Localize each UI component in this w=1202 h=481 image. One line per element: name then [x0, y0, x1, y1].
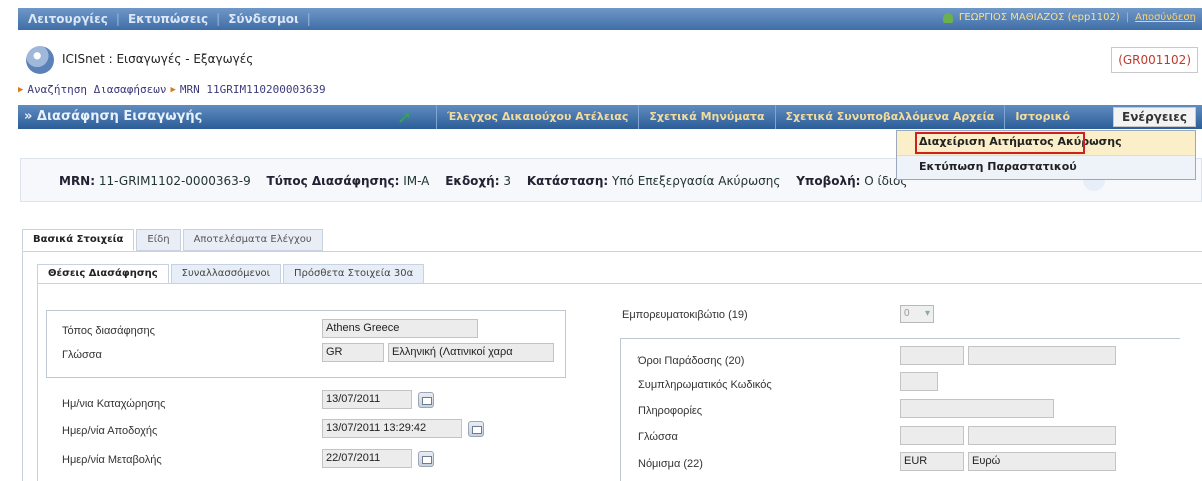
- type-value: IM-A: [403, 174, 430, 188]
- menu-separator: |: [1125, 12, 1130, 23]
- delivery-terms-name-field[interactable]: [968, 346, 1116, 365]
- top-menu: Λειτουργίες | Εκτυπώσεις | Σύνδεσμοι |: [28, 12, 311, 26]
- submission-label: Υποβολή:: [796, 174, 861, 188]
- tab-additional-30a[interactable]: Πρόσθετα Στοιχεία 30α: [283, 264, 425, 284]
- tab-items[interactable]: Είδη: [136, 229, 181, 251]
- registration-date-label: Ημ/νια Καταχώρησης: [62, 398, 166, 410]
- main-tabs: Βασικά Στοιχεία Είδη Αποτελέσματα Ελέγχο…: [22, 229, 325, 251]
- version-value: 3: [503, 174, 511, 188]
- user-name: ΓΕΩΡΓΙΟΣ ΜΑΘΙΑΖΟΣ (epp1102): [958, 12, 1120, 23]
- calendar-icon[interactable]: [418, 451, 434, 467]
- actions-dropdown: Διαχείριση Αιτήματος Ακύρωσης Εκτύπωση Π…: [896, 130, 1196, 180]
- breadcrumb-mrn: MRN 11GRIM110200003639: [179, 83, 326, 96]
- calendar-icon[interactable]: [468, 421, 484, 437]
- mrn-label: MRN:: [59, 174, 96, 188]
- calendar-icon[interactable]: [418, 392, 434, 408]
- tab-control-results[interactable]: Αποτελέσματα Ελέγχου: [182, 229, 323, 251]
- menu-item-print-document[interactable]: Εκτύπωση Παραστατικού: [897, 155, 1195, 179]
- acceptance-date-label: Ημερ/νία Αποδοχής: [62, 425, 158, 437]
- top-menu-bar: Λειτουργίες | Εκτυπώσεις | Σύνδεσμοι | Γ…: [18, 8, 1202, 30]
- version-label: Εκδοχή:: [445, 174, 500, 188]
- menu-separator: |: [115, 12, 120, 26]
- summary-line: MRN: 11-GRIM1102-0000363-9 Τύπος Διασάφη…: [59, 174, 919, 188]
- breadcrumb-arrow-icon: ▶: [170, 84, 176, 95]
- mrn-value: 11-GRIM1102-0000363-9: [98, 174, 251, 188]
- status-label: Κατάσταση:: [526, 174, 609, 188]
- registration-date-field[interactable]: 13/07/2011: [322, 390, 412, 409]
- highlight-frame: [915, 132, 1085, 154]
- logout-link[interactable]: Αποσύνδεση: [1135, 12, 1196, 23]
- breadcrumb: ▶ Αναζήτηση Διασαφήσεων ▶ MRN 11GRIM1102…: [18, 83, 326, 96]
- supplementary-code-field[interactable]: [900, 372, 938, 391]
- breadcrumb-arrow-icon: ▶: [18, 84, 24, 95]
- information-field[interactable]: [900, 399, 1054, 418]
- user-icon: [942, 12, 953, 23]
- tab-related-messages[interactable]: Σχετικά Μηνύματα: [638, 105, 774, 129]
- tab-beneficiary-check[interactable]: Έλεγχος Δικαιούχου Ατέλειας: [436, 105, 638, 129]
- type-label: Τύπος Διασάφησης:: [266, 174, 400, 188]
- place-field[interactable]: Athens Greece: [322, 319, 478, 338]
- status-value: Υπό Επεξεργασία Ακύρωσης: [612, 174, 781, 188]
- language-code-field[interactable]: GR: [322, 343, 384, 362]
- tab-declaration-positions[interactable]: Θέσεις Διασάφησης: [37, 264, 169, 284]
- modification-date-label: Ημερ/νία Μεταβολής: [62, 454, 162, 466]
- container-select[interactable]: 0: [900, 305, 934, 323]
- user-area: ΓΕΩΡΓΙΟΣ ΜΑΘΙΑΖΟΣ (epp1102) | Αποσύνδεση: [942, 12, 1196, 23]
- menu-separator: |: [216, 12, 221, 26]
- menu-separator: |: [306, 12, 311, 26]
- page-title: » Διασάφηση Εισαγωγής: [24, 109, 203, 124]
- supplementary-code-label: Συμπληρωματικός Κωδικός: [638, 379, 772, 391]
- app-title: ICISnet : Εισαγωγές - Εξαγωγές: [62, 52, 254, 66]
- menu-functions[interactable]: Λειτουργίες: [28, 12, 108, 26]
- delivery-terms-label: Όροι Παράδοσης (20): [638, 355, 745, 367]
- right-language-code-field[interactable]: [900, 426, 964, 445]
- menu-prints[interactable]: Εκτυπώσεις: [128, 12, 208, 26]
- tab-basic-data[interactable]: Βασικά Στοιχεία: [22, 229, 135, 251]
- page-title-bar: » Διασάφηση Εισαγωγής ➚ Έλεγχος Δικαιούχ…: [18, 105, 1202, 129]
- tab-history[interactable]: Ιστορικό: [1004, 105, 1080, 129]
- place-label: Τόπος διασάφησης: [62, 325, 155, 337]
- modification-date-field[interactable]: 22/07/2011: [322, 449, 412, 468]
- container-label: Εμπορευματοκιβώτιο (19): [622, 309, 748, 321]
- currency-name-field[interactable]: Ευρώ: [968, 452, 1116, 471]
- menu-item-cancel-request[interactable]: Διαχείριση Αιτήματος Ακύρωσης: [897, 131, 1195, 155]
- menu-links[interactable]: Σύνδεσμοι: [228, 12, 299, 26]
- language-label: Γλώσσα: [62, 349, 102, 361]
- tab-related-files[interactable]: Σχετικά Συνυποβαλλόμενα Αρχεία: [774, 105, 1005, 129]
- delivery-terms-code-field[interactable]: [900, 346, 964, 365]
- breadcrumb-search[interactable]: Αναζήτηση Διασαφήσεων: [27, 83, 166, 96]
- green-arrow-icon: ➚: [397, 107, 413, 128]
- app-header: ICISnet : Εισαγωγές - Εξαγωγές (GR001102…: [18, 44, 1202, 78]
- information-label: Πληροφορίες: [638, 405, 703, 417]
- sub-tabs: Θέσεις Διασάφησης Συναλλασσόμενοι Πρόσθε…: [37, 264, 426, 284]
- menu-item-label: Εκτύπωση Παραστατικού: [919, 160, 1077, 173]
- acceptance-date-field[interactable]: 13/07/2011 13:29:42: [322, 419, 462, 438]
- currency-code-field[interactable]: EUR: [900, 452, 964, 471]
- app-logo-icon: [26, 46, 54, 74]
- right-language-name-field[interactable]: [968, 426, 1116, 445]
- office-code: (GR001102): [1111, 47, 1198, 73]
- currency-label: Νόμισμα (22): [638, 458, 703, 470]
- actions-button[interactable]: Ενέργειες: [1113, 107, 1196, 127]
- forward-button[interactable]: ➚: [375, 105, 435, 129]
- related-tabs: Έλεγχος Δικαιούχου Ατέλειας Σχετικά Μηνύ…: [436, 105, 1080, 129]
- language-name-field[interactable]: Ελληνική (Λατινικοί χαρα: [388, 343, 554, 362]
- right-language-label: Γλώσσα: [638, 431, 678, 443]
- tab-traders[interactable]: Συναλλασσόμενοι: [170, 264, 282, 284]
